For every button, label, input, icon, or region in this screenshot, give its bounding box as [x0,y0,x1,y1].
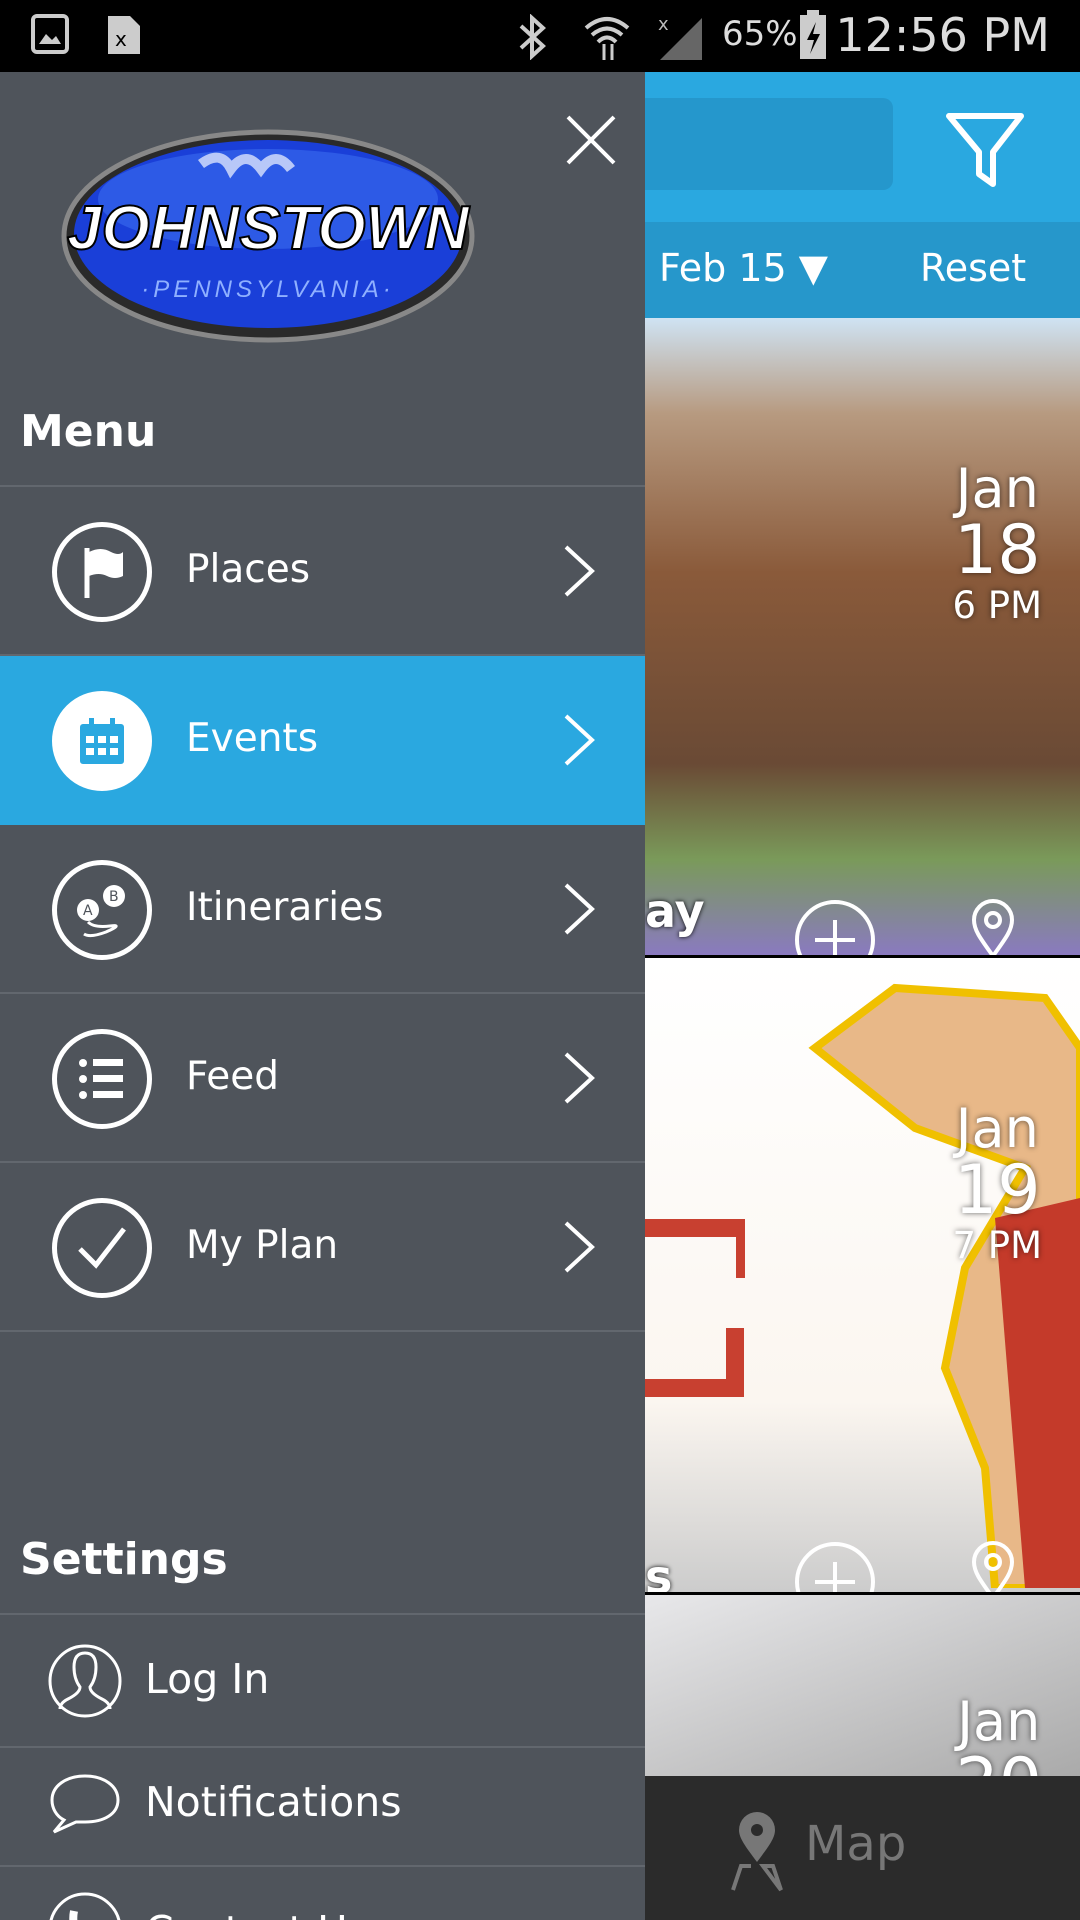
menu-heading: Menu [20,406,157,457]
menu-item-label: Places [186,547,311,592]
event-title: s [645,1550,673,1592]
bluetooth-icon [519,14,546,60]
event-date: Jan 18 6 PM [952,460,1042,628]
location-pin-icon[interactable] [950,896,1036,955]
settings-item-label: Contact Us [145,1907,369,1920]
menu-item-feed[interactable]: Feed [0,994,645,1163]
filter-bar: Feb 15 ▼ Reset [645,222,1080,318]
chevron-right-icon [564,1052,595,1104]
map-button[interactable]: Map [645,1776,1080,1920]
event-time: 6 PM [952,584,1042,627]
settings-item-log-in[interactable]: Log In [0,1615,645,1748]
signal-icon: x [658,14,702,60]
clock: 12:56 PM [835,8,1050,62]
menu-item-label: Events [186,716,319,761]
menu-item-places[interactable]: Places [0,487,645,656]
app-header [645,72,1080,222]
menu-item-label: Itineraries [186,885,384,930]
settings-item-notifications[interactable]: Notifications [0,1748,645,1867]
settings-item-label: Notifications [145,1778,402,1826]
event-title: ay [645,884,705,938]
event-logo-fragment [645,1219,745,1397]
close-icon[interactable] [565,114,617,166]
flag-icon [52,522,152,622]
user-icon [48,1644,122,1718]
svg-text:x: x [115,27,127,51]
event-month: Jan [955,457,1039,520]
phone-icon [49,1892,121,1920]
filter-icon[interactable] [943,110,1027,190]
menu-item-itineraries[interactable]: AB Itineraries [0,825,645,994]
event-card[interactable]: Jan 19 7 PM s [645,958,1080,1592]
chat-bubble-icon [50,1774,120,1834]
add-to-plan-icon[interactable] [793,1540,877,1592]
chevron-right-icon [564,1221,595,1273]
wifi-icon [584,17,630,60]
settings-item-contact-us[interactable]: Contact Us [0,1867,645,1920]
svg-text:·PENNSYLVANIA·: ·PENNSYLVANIA· [141,276,394,303]
search-input[interactable] [645,98,893,190]
event-day: 18 [953,511,1041,590]
event-time: 7 PM [952,1224,1042,1267]
chevron-right-icon [564,883,595,935]
event-date: Jan 19 7 PM [952,1100,1042,1268]
status-bar: x x 65% 12:56 PM [0,0,1080,72]
event-month: Jan [955,1097,1039,1160]
date-filter-dropdown[interactable]: Feb 15 ▼ [659,246,828,290]
johnstown-logo: JOHNSTOWN ·PENNSYLVANIA· [61,129,475,343]
chevron-right-icon [564,545,595,597]
event-image [808,983,1080,1588]
check-icon [52,1198,152,1298]
event-date: Jan 20 [955,1690,1042,1777]
battery-percent: 65% [722,14,798,54]
event-day: 19 [953,1151,1041,1230]
menu-item-my-plan[interactable]: My Plan [0,1163,645,1332]
menu-item-label: My Plan [186,1223,339,1268]
gallery-icon [31,14,69,54]
svg-text:JOHNSTOWN: JOHNSTOWN [67,194,470,263]
svg-text:x: x [658,14,669,35]
event-card[interactable]: Jan 20 [645,1595,1080,1776]
battery-charging-icon [800,10,826,59]
add-to-plan-icon[interactable] [793,898,877,955]
event-card[interactable]: Jan 18 6 PM ay [645,318,1080,955]
reset-button[interactable]: Reset [920,246,1026,290]
events-screen: Feb 15 ▼ Reset Jan 18 6 PM ay Jan 19 7 P… [645,72,1080,1920]
event-month: Jan [957,1690,1041,1753]
map-pin-icon [731,1812,783,1892]
sim-error-icon: x [108,16,140,54]
settings-heading: Settings [20,1534,228,1585]
svg-text:B: B [109,889,119,905]
navigation-drawer: JOHNSTOWN ·PENNSYLVANIA· Menu Places Eve… [0,72,645,1920]
chevron-right-icon [564,714,595,766]
menu-item-events[interactable]: Events [0,656,645,825]
settings-item-label: Log In [145,1655,270,1703]
event-day: 20 [955,1750,1042,1777]
location-pin-icon[interactable] [950,1538,1036,1592]
menu-item-label: Feed [186,1054,280,1099]
calendar-icon [52,691,152,791]
list-icon [52,1029,152,1129]
route-icon: AB [52,860,152,960]
map-label: Map [805,1816,907,1872]
svg-text:A: A [83,903,93,919]
